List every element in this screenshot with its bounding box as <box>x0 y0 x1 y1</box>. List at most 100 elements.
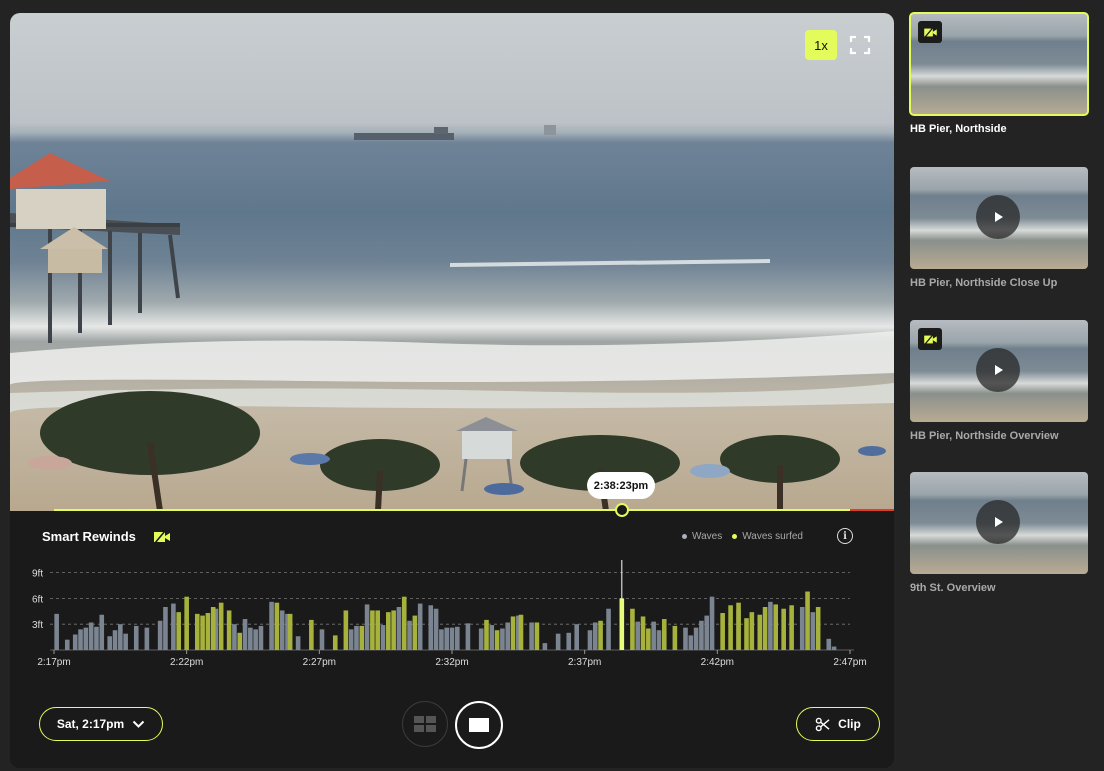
rewind-camera-icon <box>918 328 942 350</box>
surfed-wave-bar <box>744 618 749 650</box>
surfed-wave-bar <box>332 635 338 650</box>
wave-bar <box>107 636 113 650</box>
surfed-wave-bar <box>200 615 205 650</box>
surfed-wave-bar <box>401 596 407 650</box>
camera-thumbnail[interactable] <box>910 320 1088 422</box>
fullscreen-icon[interactable] <box>848 34 872 56</box>
wave-bar <box>478 628 484 650</box>
wave-bar <box>449 627 455 650</box>
timeline-track[interactable] <box>54 509 850 511</box>
wave-bar <box>699 620 704 650</box>
wave-bar <box>123 633 128 650</box>
wave-bar <box>635 621 641 650</box>
wave-bar <box>656 630 662 650</box>
surfed-wave-bar <box>287 613 293 650</box>
camera-card-0[interactable]: HB Pier, Northside <box>909 12 1089 135</box>
camera-thumbnail[interactable] <box>910 167 1088 269</box>
play-icon[interactable] <box>976 348 1020 392</box>
wave-bar <box>542 643 548 650</box>
wave-bar <box>232 624 237 650</box>
surfed-wave-bar <box>343 610 349 650</box>
camera-card-1[interactable]: HB Pier, Northside Close Up <box>910 167 1088 289</box>
wave-bar <box>831 646 837 650</box>
scissors-icon <box>815 717 830 731</box>
wave-bar <box>269 601 274 650</box>
surfed-wave-bar <box>226 610 232 650</box>
x-tick-label: 2:17pm <box>37 657 70 668</box>
wave-bar <box>592 622 598 650</box>
camera-name[interactable]: HB Pier, Northside Overview <box>910 430 1088 442</box>
surfed-wave-bar <box>184 596 189 650</box>
play-icon[interactable] <box>976 195 1020 239</box>
surfed-wave-bar <box>672 625 678 650</box>
wave-bar <box>566 632 572 650</box>
surfed-wave-bar <box>749 612 755 650</box>
surfed-wave-bar <box>412 615 418 650</box>
chart-legend: Waves Waves surfed <box>682 531 803 542</box>
wave-bar <box>364 604 370 650</box>
surfed-wave-bar <box>736 602 741 650</box>
timeline-playhead[interactable] <box>615 503 629 517</box>
surfed-wave-bar <box>757 614 763 650</box>
surfed-wave-bar <box>534 622 540 650</box>
wave-bar <box>319 629 325 650</box>
multi-view-button[interactable] <box>402 701 448 747</box>
wave-bar <box>295 636 301 650</box>
wave-bar <box>380 625 386 650</box>
wave-bar <box>157 620 163 650</box>
wave-chart[interactable]: 9ft 6ft 3ft 2:17pm 2:22pm 2:27pm 2:32pm 2:37pm 2… <box>10 558 894 688</box>
smart-rewinds-title: Smart Rewinds <box>42 529 136 544</box>
wave-bar <box>133 625 139 650</box>
date-label: Sat, 2:17pm <box>56 717 125 731</box>
surfed-wave-bar <box>391 610 396 650</box>
wave-bar <box>768 601 773 650</box>
wave-bar <box>417 603 423 650</box>
camera-card-2[interactable]: HB Pier, Northside Overview <box>910 320 1088 442</box>
x-tick-label: 2:32pm <box>435 657 468 668</box>
x-tick-label: 2:42pm <box>701 657 734 668</box>
surfed-wave-bar <box>370 610 375 650</box>
legend-waves-surfed: Waves surfed <box>732 531 803 542</box>
playback-speed-button[interactable]: 1x <box>805 30 837 60</box>
surfed-wave-bar <box>781 608 786 650</box>
clip-button[interactable]: Clip <box>796 707 880 741</box>
timeline-live-segment <box>850 509 894 511</box>
wave-bar <box>112 630 118 650</box>
wave-bar <box>455 626 460 650</box>
camera-name[interactable]: 9th St. Overview <box>910 582 1088 594</box>
live-video[interactable]: 1x <box>10 13 894 511</box>
surfed-wave-bar <box>386 612 391 650</box>
y-tick-label: 6ft <box>32 594 43 605</box>
play-icon[interactable] <box>976 500 1020 544</box>
wave-bar <box>163 607 168 650</box>
wave-bar <box>439 629 444 650</box>
wave-bar <box>489 625 495 650</box>
wave-bar <box>465 623 471 650</box>
surfed-wave-bar <box>646 628 651 650</box>
wave-bar <box>354 625 359 650</box>
camera-thumbnail[interactable] <box>909 12 1089 116</box>
surfed-wave-bar <box>661 619 667 650</box>
camera-name[interactable]: HB Pier, Northside <box>910 123 1088 135</box>
camera-name[interactable]: HB Pier, Northside Close Up <box>910 277 1088 289</box>
wave-bar <box>574 624 580 650</box>
wave-bar <box>505 622 511 650</box>
current-time-tooltip: 2:38:23pm <box>587 472 655 499</box>
single-view-button[interactable] <box>455 701 503 749</box>
wave-bar <box>348 629 354 650</box>
wave-bar <box>99 614 105 650</box>
x-tick-label: 2:37pm <box>568 657 601 668</box>
info-icon[interactable]: i <box>837 528 853 544</box>
wave-bar <box>253 629 258 650</box>
legend-waves: Waves <box>682 531 722 542</box>
y-tick-label: 9ft <box>32 569 43 580</box>
wave-bar <box>72 634 78 650</box>
surfed-wave-bar <box>359 625 365 650</box>
camera-thumbnail[interactable] <box>910 472 1088 574</box>
wave-bar <box>683 627 688 650</box>
wave-bar <box>810 612 816 650</box>
wave-bar <box>396 607 402 650</box>
wave-bar <box>118 624 123 650</box>
camera-card-3[interactable]: 9th St. Overview <box>910 472 1088 594</box>
date-select-button[interactable]: Sat, 2:17pm <box>39 707 163 741</box>
